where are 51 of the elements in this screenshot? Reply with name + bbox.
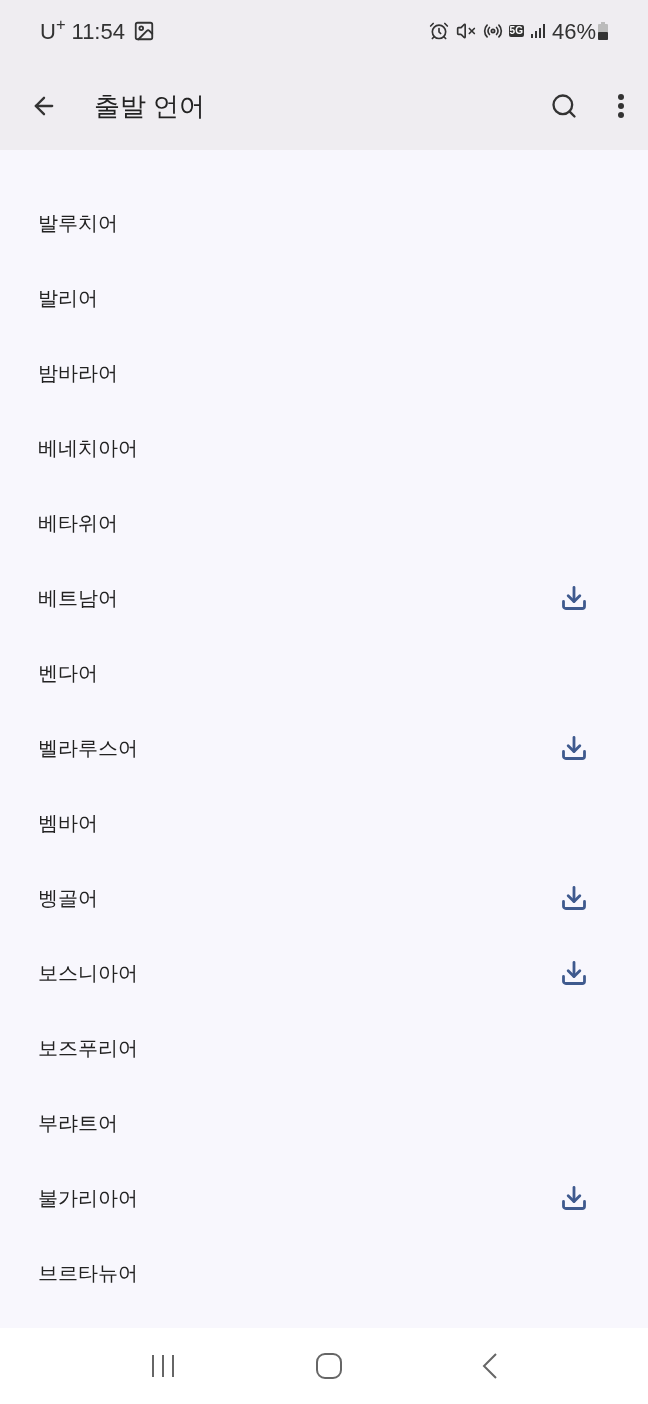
alarm-icon [428,21,449,41]
language-item[interactable]: 불가리아어 [0,1160,648,1235]
language-item[interactable]: 벵골어 [0,860,648,935]
mute-icon [455,21,476,41]
language-item[interactable]: 보스니아어 [0,935,648,1010]
language-name: 벵골어 [38,885,98,911]
language-name: 벨라루스어 [38,735,138,761]
download-icon[interactable] [560,733,588,762]
download-icon[interactable] [560,583,588,612]
language-name: 밤바라어 [38,360,118,386]
download-icon[interactable] [560,1183,588,1212]
language-item[interactable]: 밤바라어 [0,335,648,410]
language-item[interactable]: 부랴트어 [0,1085,648,1160]
language-name: 브르타뉴어 [38,1260,138,1286]
download-icon[interactable] [560,958,588,987]
language-item[interactable]: 발리어 [0,260,648,335]
image-icon [132,20,155,42]
language-item[interactable]: 벨라루스어 [0,710,648,785]
download-icon[interactable] [560,883,588,912]
language-item[interactable]: 발루치어 [0,185,648,260]
back-nav-button[interactable] [482,1353,498,1379]
language-name: 발루치어 [38,210,118,236]
battery-icon [598,22,608,40]
clock: 11:54 [71,17,125,46]
language-item[interactable]: 브르타뉴어 [0,1235,648,1310]
language-name: 벰바어 [38,810,98,836]
battery-percent: 46% [551,17,596,46]
language-name: 보즈푸리어 [38,1035,138,1061]
language-name: 베네치아어 [38,435,138,461]
home-button[interactable] [316,1353,342,1379]
more-options-icon [618,94,624,118]
language-name: 발리어 [38,285,98,311]
carrier-label: U$^{+}$ [40,14,66,46]
language-item[interactable]: 벤다어 [0,635,648,710]
network-label: 5G [508,25,524,37]
language-name: 베트남어 [38,585,118,611]
language-name: 부랴트어 [38,1110,118,1136]
language-item[interactable]: 벰바어 [0,785,648,860]
recent-apps-button[interactable] [150,1354,176,1378]
language-name: 벤다어 [38,660,98,686]
hotspot-icon [482,21,503,41]
language-name: 베타위어 [38,510,118,536]
language-item[interactable]: 베네치아어 [0,410,648,485]
language-name: 불가리아어 [38,1185,138,1211]
signal-icon [529,23,546,39]
screen-title: 출발 언어 [94,89,206,123]
language-item[interactable]: 베타위어 [0,485,648,560]
language-name: 보스니아어 [38,960,138,986]
search-icon [550,92,578,120]
language-item[interactable]: 보즈푸리어 [0,1010,648,1085]
language-item[interactable]: 베트남어 [0,560,648,635]
